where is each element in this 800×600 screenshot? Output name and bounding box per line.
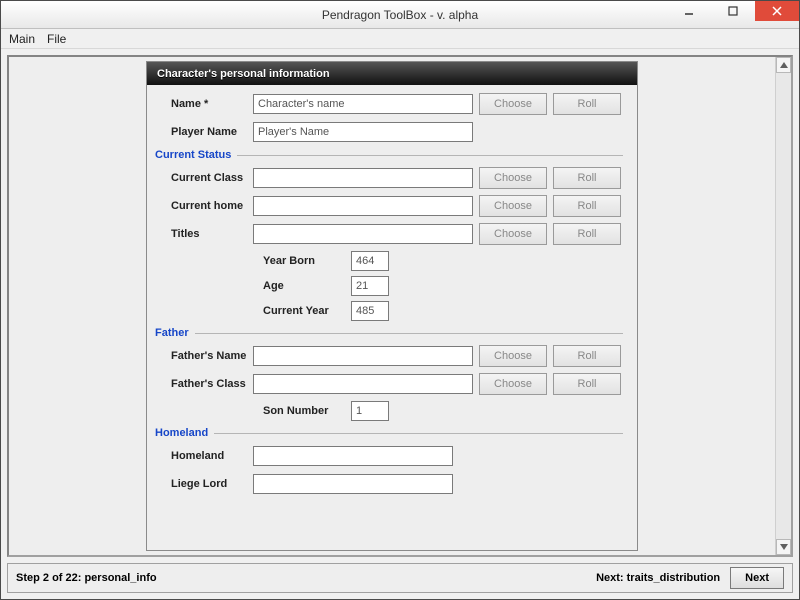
client-area: Character's personal information Name * … bbox=[1, 49, 799, 599]
name-input[interactable] bbox=[253, 94, 473, 114]
app-window: Pendragon ToolBox - v. alpha Main File C… bbox=[0, 0, 800, 600]
year-born-input[interactable] bbox=[351, 251, 389, 271]
titles-roll-button[interactable]: Roll bbox=[553, 223, 621, 245]
titles-label: Titles bbox=[161, 228, 253, 240]
menu-main[interactable]: Main bbox=[9, 32, 35, 46]
scroll-up-icon[interactable] bbox=[776, 57, 791, 73]
homeland-label: Homeland bbox=[161, 450, 253, 462]
window-title: Pendragon ToolBox - v. alpha bbox=[322, 8, 478, 22]
current-home-label: Current home bbox=[161, 200, 253, 212]
father-name-input[interactable] bbox=[253, 346, 473, 366]
name-choose-button[interactable]: Choose bbox=[479, 93, 547, 115]
age-label: Age bbox=[263, 280, 351, 292]
titles-input[interactable] bbox=[253, 224, 473, 244]
vertical-scrollbar[interactable] bbox=[775, 57, 791, 555]
name-roll-button[interactable]: Roll bbox=[553, 93, 621, 115]
current-home-choose-button[interactable]: Choose bbox=[479, 195, 547, 217]
scroll-content: Character's personal information Name * … bbox=[9, 57, 775, 555]
son-number-label: Son Number bbox=[263, 405, 351, 417]
current-year-input[interactable] bbox=[351, 301, 389, 321]
status-bar: Step 2 of 22: personal_info Next: traits… bbox=[7, 563, 793, 593]
current-status-legend: Current Status bbox=[155, 149, 623, 161]
current-home-input[interactable] bbox=[253, 196, 473, 216]
father-name-choose-button[interactable]: Choose bbox=[479, 345, 547, 367]
father-class-roll-button[interactable]: Roll bbox=[553, 373, 621, 395]
father-name-roll-button[interactable]: Roll bbox=[553, 345, 621, 367]
next-button[interactable]: Next bbox=[730, 567, 784, 589]
menu-file[interactable]: File bbox=[47, 32, 66, 46]
age-input[interactable] bbox=[351, 276, 389, 296]
player-input[interactable] bbox=[253, 122, 473, 142]
player-label: Player Name bbox=[161, 126, 253, 138]
homeland-input[interactable] bbox=[253, 446, 453, 466]
father-name-label: Father's Name bbox=[161, 350, 253, 362]
minimize-button[interactable] bbox=[667, 1, 711, 21]
scroll-pane: Character's personal information Name * … bbox=[7, 55, 793, 557]
father-legend: Father bbox=[155, 327, 623, 339]
father-class-input[interactable] bbox=[253, 374, 473, 394]
year-born-label: Year Born bbox=[263, 255, 351, 267]
next-step-label: Next: traits_distribution bbox=[596, 572, 720, 584]
current-class-choose-button[interactable]: Choose bbox=[479, 167, 547, 189]
step-indicator: Step 2 of 22: personal_info bbox=[16, 572, 157, 584]
current-home-roll-button[interactable]: Roll bbox=[553, 195, 621, 217]
titlebar: Pendragon ToolBox - v. alpha bbox=[1, 1, 799, 29]
close-button[interactable] bbox=[755, 1, 799, 21]
father-class-choose-button[interactable]: Choose bbox=[479, 373, 547, 395]
scroll-down-icon[interactable] bbox=[776, 539, 791, 555]
current-year-label: Current Year bbox=[263, 305, 351, 317]
name-label: Name * bbox=[161, 98, 253, 110]
minimize-icon bbox=[684, 6, 694, 16]
panel-body: Name * Choose Roll Player Name Current S… bbox=[147, 85, 637, 511]
panel-title: Character's personal information bbox=[147, 62, 637, 85]
liege-input[interactable] bbox=[253, 474, 453, 494]
current-class-input[interactable] bbox=[253, 168, 473, 188]
maximize-icon bbox=[728, 6, 738, 16]
liege-label: Liege Lord bbox=[161, 478, 253, 490]
homeland-legend: Homeland bbox=[155, 427, 623, 439]
father-class-label: Father's Class bbox=[161, 378, 253, 390]
menubar: Main File bbox=[1, 29, 799, 49]
son-number-input[interactable] bbox=[351, 401, 389, 421]
current-class-label: Current Class bbox=[161, 172, 253, 184]
window-controls bbox=[667, 1, 799, 28]
titles-choose-button[interactable]: Choose bbox=[479, 223, 547, 245]
close-icon bbox=[772, 6, 782, 16]
character-info-panel: Character's personal information Name * … bbox=[146, 61, 638, 551]
maximize-button[interactable] bbox=[711, 1, 755, 21]
current-class-roll-button[interactable]: Roll bbox=[553, 167, 621, 189]
